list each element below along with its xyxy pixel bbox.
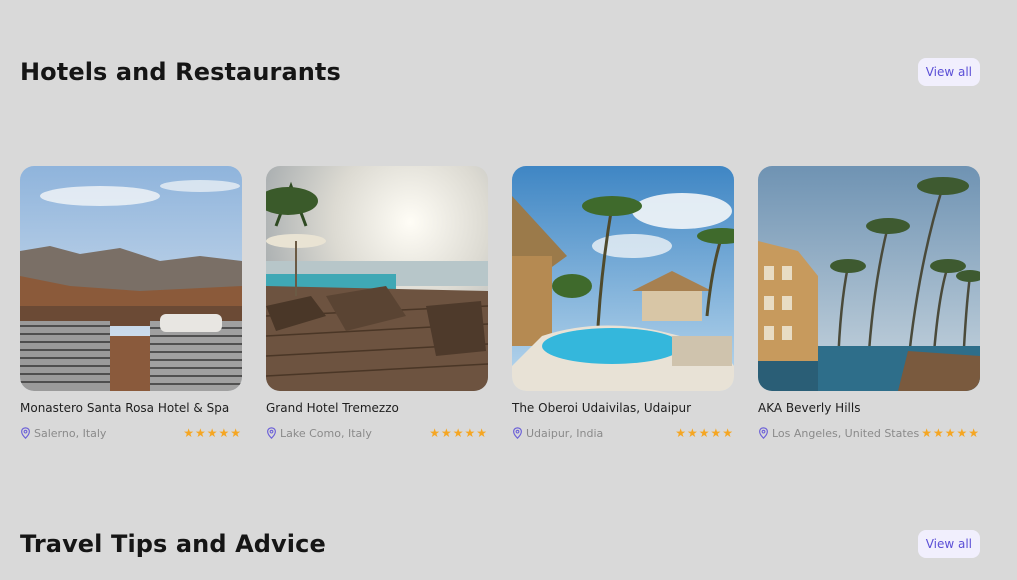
location-pin-icon — [759, 427, 768, 439]
hotels-section-header: Hotels and Restaurants View all — [20, 58, 980, 86]
hotel-name: Grand Hotel Tremezzo — [266, 401, 399, 415]
hotel-card-list: Monastero Santa Rosa Hotel & Spa Salerno… — [20, 166, 980, 440]
hotel-card[interactable]: Grand Hotel Tremezzo Lake Como, Italy ★★… — [266, 166, 488, 440]
view-all-hotels-button[interactable]: View all — [917, 58, 980, 86]
hotel-card[interactable]: The Oberoi Udaivilas, Udaipur Udaipur, I… — [512, 166, 734, 440]
location-pin-icon — [513, 427, 522, 439]
hotel-image-tremezzo — [266, 166, 488, 391]
hotel-name: The Oberoi Udaivilas, Udaipur — [512, 401, 692, 415]
hotel-image-monastero — [20, 166, 242, 391]
view-all-travel-tips-button[interactable]: View all — [917, 530, 980, 558]
hotel-location: Lake Como, Italy — [280, 426, 372, 440]
rating-stars: ★★★★★ — [675, 426, 734, 440]
location-pin-icon — [267, 427, 276, 439]
hotel-name: AKA Beverly Hills — [758, 401, 861, 415]
section-title-hotels: Hotels and Restaurants — [20, 58, 341, 86]
hotel-name: Monastero Santa Rosa Hotel & Spa — [20, 401, 230, 415]
section-title-travel-tips: Travel Tips and Advice — [20, 530, 326, 558]
hotel-image-oberoi — [512, 166, 734, 391]
hotel-card[interactable]: Monastero Santa Rosa Hotel & Spa Salerno… — [20, 166, 242, 440]
rating-stars: ★★★★★ — [921, 426, 980, 440]
rating-stars: ★★★★★ — [429, 426, 488, 440]
hotel-image-aka — [758, 166, 980, 391]
rating-stars: ★★★★★ — [183, 426, 242, 440]
hotel-location: Los Angeles, United States — [772, 426, 920, 440]
hotel-location: Salerno, Italy — [34, 426, 107, 440]
travel-tips-section-header: Travel Tips and Advice View all — [20, 530, 980, 558]
hotel-location: Udaipur, India — [526, 426, 604, 440]
location-pin-icon — [21, 427, 30, 439]
hotel-card[interactable]: AKA Beverly Hills Los Angeles, United St… — [758, 166, 980, 440]
